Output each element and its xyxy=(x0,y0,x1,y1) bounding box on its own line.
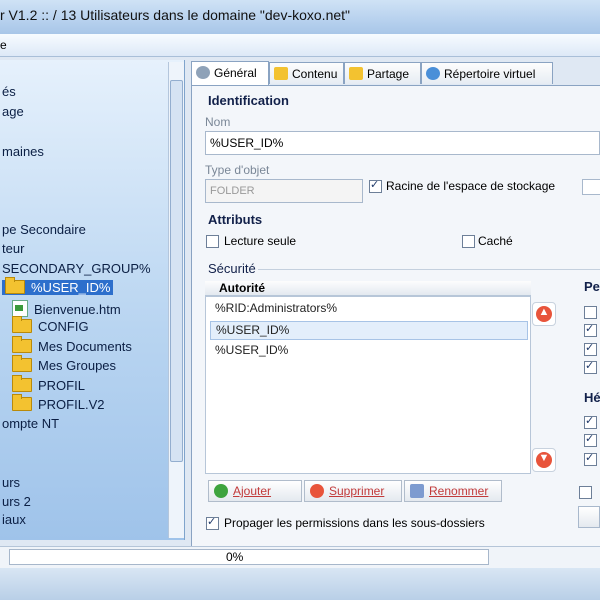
move-down-button[interactable]: ▼ xyxy=(532,448,556,472)
folder-icon xyxy=(12,316,32,333)
rename-button[interactable]: Renommer xyxy=(404,480,502,502)
section-identification: Identification xyxy=(208,93,289,108)
tab-strip: Général Contenu Partage Répertoire virtu… xyxy=(191,61,600,86)
tab-repertoire-virtuel[interactable]: Répertoire virtuel xyxy=(421,62,553,84)
title-bar: r V1.2 :: / 13 Utilisateurs dans le doma… xyxy=(0,0,600,34)
readonly-label: Lecture seule xyxy=(224,234,297,248)
inheritance-checkbox[interactable] xyxy=(584,432,597,447)
folder-icon xyxy=(5,277,25,294)
list-item-selected[interactable]: %USER_ID% xyxy=(210,321,528,340)
name-field[interactable]: %USER_ID% xyxy=(205,131,600,155)
name-label: Nom xyxy=(205,115,231,129)
tree-item[interactable]: iaux xyxy=(2,512,26,527)
tree-item[interactable]: és xyxy=(2,84,16,99)
tree-item[interactable]: urs xyxy=(2,475,20,490)
extra-checkbox[interactable] xyxy=(579,486,592,499)
folder-icon xyxy=(12,394,32,411)
shared-folder-icon xyxy=(349,67,363,80)
tab-general[interactable]: Général xyxy=(191,61,269,86)
hidden-checkbox[interactable] xyxy=(462,235,475,248)
list-item[interactable]: %USER_ID% xyxy=(215,343,288,357)
tab-label: Répertoire virtuel xyxy=(444,67,536,81)
add-button-label: Ajouter xyxy=(233,484,272,498)
permission-checkbox[interactable] xyxy=(584,341,597,356)
delete-button[interactable]: Supprimer xyxy=(304,480,402,502)
inheritance-checkbox[interactable] xyxy=(584,451,597,466)
progress-text: 0% xyxy=(226,550,244,564)
folder-icon xyxy=(12,336,32,353)
section-attributs: Attributs xyxy=(208,212,263,227)
globe-icon xyxy=(426,67,440,80)
inheritance-checkbox[interactable] xyxy=(584,414,597,429)
tree-item[interactable]: Mes Groupes xyxy=(12,355,117,373)
permission-checkbox[interactable] xyxy=(584,322,597,337)
move-up-button[interactable]: ▲ xyxy=(532,302,556,326)
plus-icon xyxy=(214,484,228,498)
folder-icon xyxy=(274,67,288,80)
storage-root-label: Racine de l'espace de stockage xyxy=(386,179,556,193)
tree-item[interactable]: SECONDARY_GROUP% xyxy=(2,261,151,276)
tree-item-selected[interactable]: %USER_ID% xyxy=(2,277,114,295)
window-title: r V1.2 :: / 13 Utilisateurs dans le doma… xyxy=(0,7,351,23)
tree-item[interactable]: maines xyxy=(2,144,44,159)
rename-icon xyxy=(410,484,424,498)
storage-root-checkbox[interactable] xyxy=(369,178,382,193)
menu-bar: e xyxy=(0,34,600,57)
folder-icon xyxy=(12,355,32,372)
permissions-header-partial: Pe xyxy=(584,279,600,294)
window-bottom-edge xyxy=(0,568,600,600)
minus-icon xyxy=(310,484,324,498)
tree-item[interactable]: ompte NT xyxy=(2,416,59,431)
menu-item-partial[interactable]: e xyxy=(0,38,7,52)
tree-item[interactable]: PROFIL xyxy=(12,375,85,393)
divider xyxy=(258,269,600,270)
tab-label: Général xyxy=(214,66,257,80)
permission-checkbox[interactable] xyxy=(584,359,597,374)
tree-item-label: %USER_ID% xyxy=(31,280,111,295)
authority-column-header[interactable]: Autorité xyxy=(205,281,531,296)
gear-icon xyxy=(196,66,210,79)
tree-item-label: Bienvenue.htm xyxy=(34,302,121,317)
folder-icon xyxy=(12,375,32,392)
tree-item-label: PROFIL xyxy=(38,378,85,393)
tree-item-label: CONFIG xyxy=(38,319,89,334)
extra-button-partial[interactable] xyxy=(578,506,600,528)
rename-button-label: Renommer xyxy=(429,484,489,498)
list-item[interactable]: %RID:Administrators% xyxy=(215,301,337,315)
tree-item[interactable]: CONFIG xyxy=(12,316,89,334)
type-label: Type d'objet xyxy=(205,163,270,177)
section-securite: Sécurité xyxy=(208,261,256,276)
tree-item[interactable]: teur xyxy=(2,241,24,256)
propagate-checkbox[interactable] xyxy=(206,515,219,530)
tab-label: Partage xyxy=(367,67,410,81)
tree-item[interactable]: Bienvenue.htm xyxy=(12,300,121,317)
tab-partage[interactable]: Partage xyxy=(344,62,421,84)
inheritance-header-partial: Hé xyxy=(584,390,600,405)
authority-list[interactable]: %RID:Administrators% %USER_ID% %USER_ID% xyxy=(205,296,531,474)
tab-label: Contenu xyxy=(292,67,338,81)
tree-item-label: Mes Documents xyxy=(38,339,132,354)
extra-checkbox-partial[interactable] xyxy=(582,179,600,195)
hidden-label: Caché xyxy=(478,234,513,248)
tree-item[interactable]: age xyxy=(2,104,24,119)
tree-item-label: PROFIL.V2 xyxy=(38,397,105,412)
tree-item[interactable]: pe Secondaire xyxy=(2,222,86,237)
tree-item[interactable]: PROFIL.V2 xyxy=(12,394,105,412)
permission-checkbox[interactable] xyxy=(584,306,597,319)
html-file-icon xyxy=(12,300,28,317)
tree-item[interactable]: urs 2 xyxy=(2,494,31,509)
tree-item-label: Mes Groupes xyxy=(38,358,117,373)
tree-scrollbar-thumb[interactable] xyxy=(170,80,183,462)
tree-item[interactable]: Mes Documents xyxy=(12,336,132,354)
domain-tree[interactable]: és age maines pe Secondaire teur SECONDA… xyxy=(0,60,185,540)
propagate-label: Propager les permissions dans les sous-d… xyxy=(224,516,485,530)
type-field: FOLDER xyxy=(205,179,363,203)
readonly-checkbox[interactable] xyxy=(206,235,219,248)
progress-bar xyxy=(9,549,489,565)
delete-button-label: Supprimer xyxy=(329,484,385,498)
add-button[interactable]: Ajouter xyxy=(208,480,302,502)
tab-contenu[interactable]: Contenu xyxy=(269,62,344,84)
